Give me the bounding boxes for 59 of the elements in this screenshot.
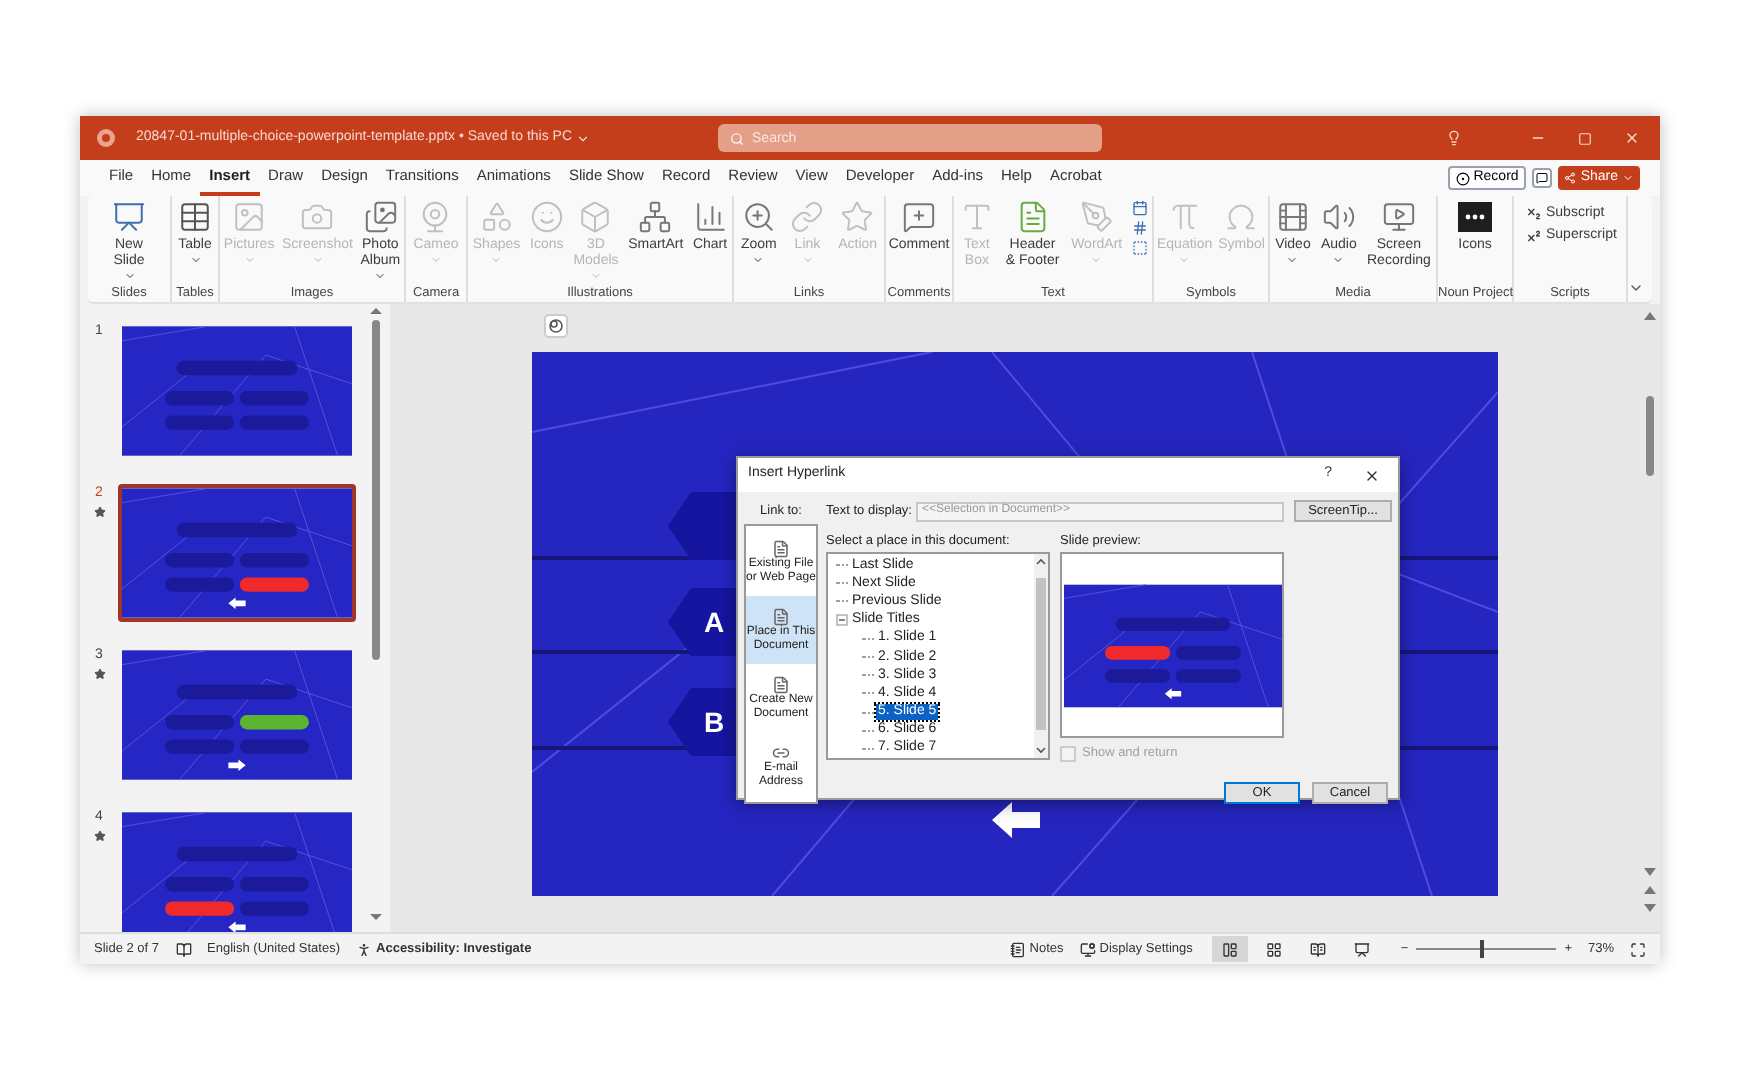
hash-icon[interactable]: [1132, 220, 1149, 236]
left-arrow-icon: [1163, 687, 1181, 699]
screen-record-icon: [1381, 200, 1416, 234]
comment-icon[interactable]: [1532, 168, 1553, 188]
document-icon: [772, 607, 790, 625]
diagram-icon: [638, 200, 673, 234]
cube-icon: [578, 200, 613, 234]
object-icon[interactable]: [1132, 240, 1149, 256]
film-icon: [1275, 200, 1310, 234]
grid-icon: [1266, 941, 1283, 957]
zoom-slider-thumb[interactable]: [1479, 940, 1484, 958]
smiley-icon: [529, 200, 564, 234]
designer-icon[interactable]: [544, 314, 568, 338]
shapes-icon: [479, 200, 514, 234]
subscript-icon: [1526, 205, 1542, 221]
slideshow-icon: [1354, 941, 1371, 957]
caret-icon: [1622, 172, 1634, 184]
document-icon: [772, 539, 790, 557]
pen-icon: [1079, 200, 1114, 234]
notes-icon: [1009, 941, 1026, 957]
search-icon: [730, 131, 745, 145]
omega-icon: [1224, 200, 1259, 234]
record-icon: [1455, 171, 1470, 185]
star-icon: [840, 200, 875, 234]
photo-album-icon: [363, 200, 398, 234]
lightbulb-icon[interactable]: [1446, 130, 1462, 146]
scrollbar[interactable]: [1034, 554, 1048, 758]
book-icon[interactable]: [175, 941, 192, 957]
reading-view-icon: [1310, 941, 1327, 957]
accessibility-icon: [356, 941, 373, 957]
webcam-icon: [418, 200, 453, 234]
view-button[interactable]: [1212, 936, 1249, 962]
table-icon: [178, 200, 212, 234]
zoom-icon: [741, 200, 776, 234]
share-icon: [1564, 172, 1577, 184]
maximize-icon[interactable]: [1578, 131, 1592, 145]
text-box-icon: [959, 200, 994, 234]
document-icon: [772, 675, 790, 693]
picture-icon: [232, 200, 267, 234]
left-arrow-icon: [992, 802, 1040, 838]
collapse-icon[interactable]: [836, 614, 848, 627]
comment-icon: [902, 200, 936, 234]
bar-chart-icon: [693, 200, 728, 234]
superscript-icon: [1526, 227, 1542, 243]
link-icon: [790, 200, 825, 234]
app-logo-icon: [96, 128, 116, 148]
slide-plus-icon: [112, 200, 146, 234]
calendar-icon[interactable]: [1132, 200, 1149, 216]
email-link-icon: [772, 743, 790, 761]
normal-view-icon: [1222, 941, 1239, 957]
collapse-ribbon-icon[interactable]: [1628, 280, 1644, 296]
pi-icon: [1167, 200, 1202, 234]
fit-to-window-icon[interactable]: [1630, 941, 1646, 957]
close-icon[interactable]: [1364, 467, 1380, 483]
display-icon: [1079, 941, 1096, 957]
speaker-icon: [1321, 200, 1356, 234]
chevron-icon: [576, 131, 591, 145]
camera-icon: [300, 200, 335, 234]
document-icon: [1015, 200, 1050, 234]
